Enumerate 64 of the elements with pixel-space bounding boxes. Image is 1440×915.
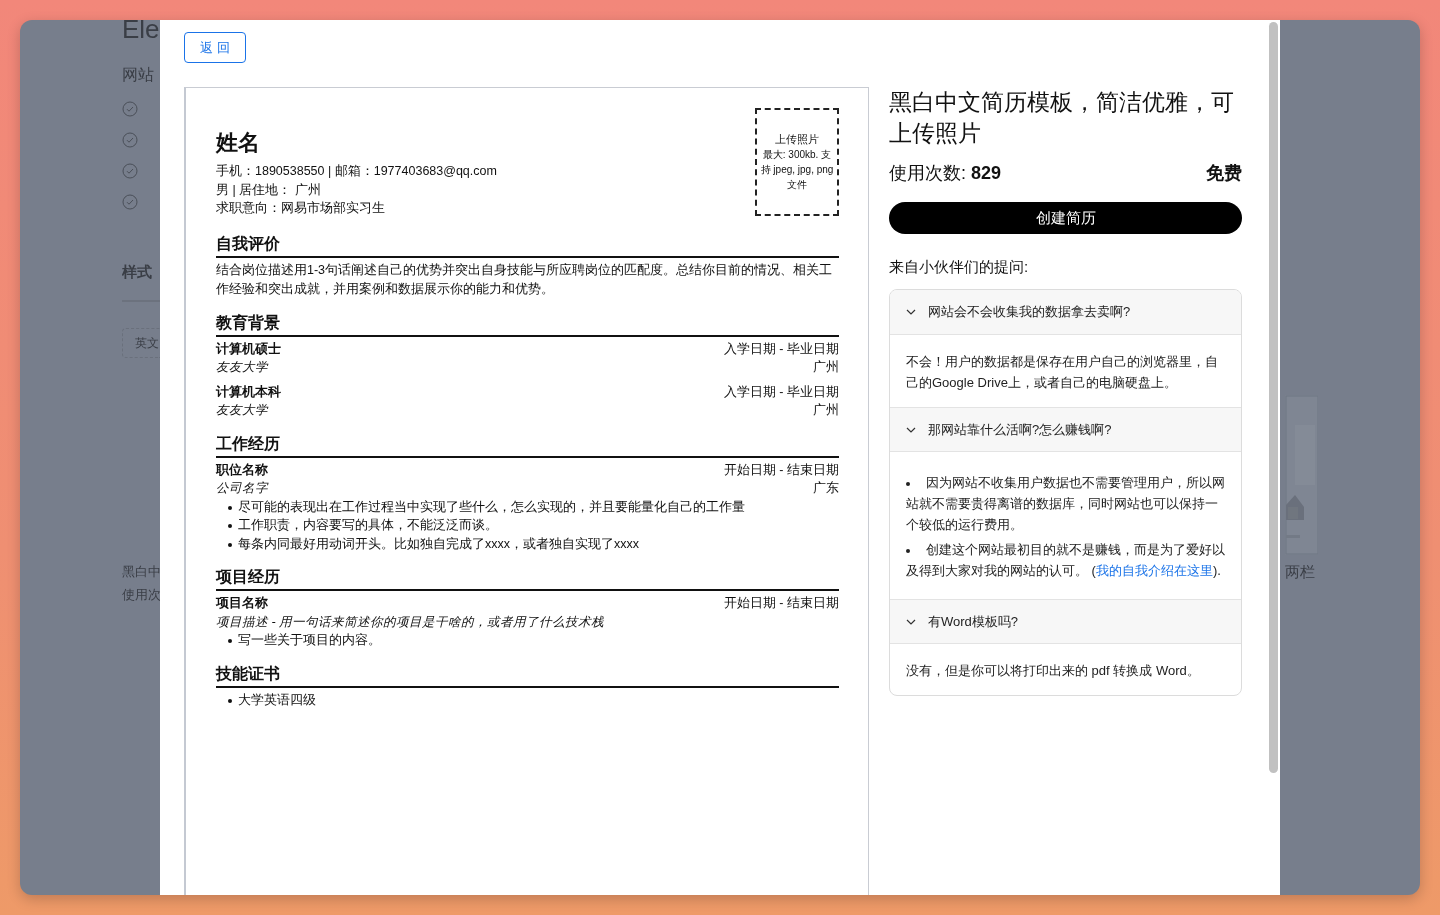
entry-title: 计算机本科 [216,383,281,401]
bullet-icon [228,505,232,510]
card-meta: 使用次 [122,587,160,604]
contact-line: 男 | 居住地： 广州 [216,181,322,199]
create-resume-button[interactable]: 创建简历 [889,202,1242,234]
resume-name: 姓名 [216,129,261,157]
entry-location: 广州 [813,359,839,376]
page-title: Ele [122,20,160,42]
photo-upload-box[interactable]: 上传照片 最大: 300kb. 支持 jpeg, jpg, png 文件 [755,108,839,216]
bullet-text: 尽可能的表现出在工作过程当中实现了些什么，怎么实现的，并且要能量化自己的工作量 [238,498,745,516]
faq-question[interactable]: 网站会不会收集我的数据拿去卖啊? [890,290,1241,335]
back-button[interactable]: 返 回 [184,32,246,63]
entry-subtitle: 项目描述 - 用一句话来简述你的项目是干啥的，或者用了什么技术栈 [216,613,605,631]
entry-subtitle: 友友大学 [216,402,268,419]
template-title: 黑白中文简历模板，简洁优雅，可上传照片 [889,88,1235,148]
bullet-text: 工作职责，内容要写的具体，不能泛泛而谈。 [238,517,498,534]
check-circle-icon [122,194,138,210]
chevron-icon [906,307,916,317]
entry-title: 计算机硕士 [216,340,281,358]
entry-title: 职位名称 [216,461,268,479]
faq-heading: 来自小伙伴们的提问: [889,258,1030,277]
section-title: 教育背景 [216,312,839,337]
price-label: 免费 [1206,162,1242,185]
intro-link[interactable]: 我的自我介绍在这里 [1095,563,1213,578]
bullet-icon [228,542,232,547]
scrollbar-thumb[interactable] [1268,22,1278,773]
photo-upload-hint: 最大: 300kb. 支持 jpeg, jpg, png 文件 [759,148,835,192]
page-subtitle: 网站 [122,65,155,85]
section-heading: 样式 [122,263,153,282]
entry-location: 广州 [813,402,839,419]
faq-answer: 不会！用户的数据都是保存在用户自己的浏览器里，自己的Google Drive上，或者自己的电脑硬盘上。 [905,353,1219,392]
section-title: 项目经历 [216,567,839,591]
check-circle-icon [122,101,138,117]
bullet-icon [228,639,232,643]
bullet-text: 每条内同最好用动词开头。比如独自完成了xxxx，或者独自实现了xxxx [238,535,639,553]
photo-upload-title: 上传照片 [775,132,819,147]
entry-date: 入学日期 - 毕业日期 [723,383,839,401]
entry-subtitle: 公司名字 [216,480,268,497]
faq-answer: 因为网站不收集用户数据也不需要管理用户，所以网站就不需要贵得离谱的数据库，同时网站也可以保持一个较低的运行费用。 [906,474,1226,534]
faq-question[interactable]: 那网站靠什么活啊?怎么赚钱啊? [890,407,1241,452]
section-title: 工作经历 [216,433,839,458]
contact-line: 求职意向：网易市场部实习生 [216,200,386,217]
bullet-text: 写一些关于项目的内容。 [238,632,381,649]
entry-subtitle: 友友大学 [216,359,268,376]
check-circle-icon [122,163,138,179]
card-title: 两栏 [1285,563,1316,582]
bullet-icon [228,698,232,703]
card-title: 黑白中 [122,564,160,581]
entry-date: 入学日期 - 毕业日期 [723,340,839,358]
entry-date: 开始日期 - 结束日期 [723,461,839,479]
section-title: 技能证书 [216,663,839,688]
faq-answer: 创建这个网站最初目的就不是赚钱，而是为了爱好以及得到大家对我的网站的认可。 (我的自我介绍在这里). [906,541,1226,580]
section-text: 结合岗位描述用1-3句话阐述自己的优势并突出自身技能与所应聘岗位的匹配度。总结你目前的情况、相关工作经验和突出成就，并用案例和数据展示你的能力和优势。 [216,261,834,298]
bullet-icon [228,524,232,528]
section-title: 自我评价 [216,233,839,258]
entry-title: 项目名称 [216,595,268,612]
usage-count: 使用次数: 829 [889,162,1002,185]
faq-answer: 没有，但是你可以将打印出来的 pdf 转换成 Word。 [905,662,1201,680]
faq-question[interactable]: 有Word模板吗? [890,599,1241,644]
contact-line: 手机：1890538550 | 邮箱：1977403683@qq.com [216,163,497,180]
check-circle-icon [122,132,138,148]
entry-location: 广东 [813,480,839,497]
entry-date: 开始日期 - 结束日期 [723,595,839,612]
bullet-text: 大学英语四级 [238,691,316,709]
